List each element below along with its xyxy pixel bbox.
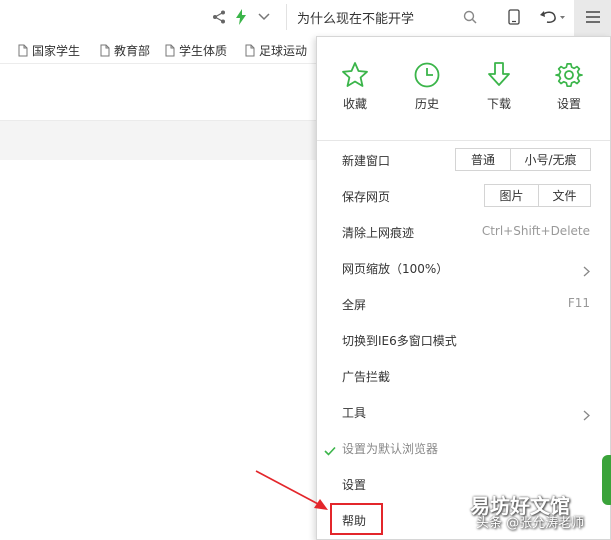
menu-item-tools[interactable]: 工具 (317, 394, 610, 430)
tablet-icon[interactable] (506, 6, 522, 28)
new-window-options: 普通 小号/无痕 (455, 148, 591, 171)
bookmark-label: 学生体质 (179, 44, 228, 58)
page-icon (18, 44, 28, 57)
chevron-right-icon (583, 406, 590, 425)
menu-item-zoom[interactable]: 网页缩放（100%） (317, 250, 610, 286)
page-icon (165, 44, 175, 57)
quick-actions: 收藏 历史 下载 设置 (317, 37, 610, 141)
new-window-normal-button[interactable]: 普通 (456, 149, 510, 170)
address-bar[interactable]: 为什么现在不能开学 (286, 4, 486, 30)
watermark-author: 头条 @张允涛老师 (476, 516, 585, 531)
save-as-image-button[interactable]: 图片 (485, 185, 538, 206)
new-window-private-button[interactable]: 小号/无痕 (510, 149, 590, 170)
browser-window: 为什么现在不能开学 国家学生 教育部 学生体质 足球运动 收藏 历史 下载 设置… (0, 0, 611, 540)
menu-item-ad-block[interactable]: 广告拦截 (317, 358, 610, 394)
menu-item-new-window[interactable]: 新建窗口 普通 小号/无痕 (317, 142, 610, 178)
favorites-label: 收藏 (342, 97, 367, 111)
download-button[interactable]: 下载 (469, 61, 529, 112)
chevron-right-icon (583, 262, 590, 281)
lightning-icon[interactable] (234, 6, 248, 28)
gear-icon (539, 61, 599, 89)
search-icon[interactable] (462, 6, 478, 28)
settings-label: 设置 (342, 478, 367, 492)
fullscreen-label: 全屏 (342, 298, 367, 312)
bookmark-label: 国家学生 (32, 44, 81, 58)
menu-item-save-page[interactable]: 保存网页 图片 文件 (317, 178, 610, 214)
annotation-arrow-icon (255, 470, 328, 510)
settings-quick-label: 设置 (556, 97, 581, 111)
download-icon (469, 61, 529, 89)
clock-icon (397, 61, 457, 89)
new-window-label: 新建窗口 (342, 154, 391, 168)
page-icon (245, 44, 255, 57)
menu-item-default-browser[interactable]: 设置为默认浏览器 (317, 430, 610, 466)
address-text: 为什么现在不能开学 (297, 12, 415, 27)
page-content-band (0, 120, 318, 160)
history-button[interactable]: 历史 (397, 61, 457, 112)
bookmark-item[interactable]: 学生体质 (165, 42, 227, 59)
fullscreen-shortcut: F11 (567, 296, 590, 310)
undo-icon[interactable] (538, 6, 566, 28)
history-label: 历史 (414, 97, 439, 111)
bookmark-item[interactable]: 足球运动 (245, 42, 307, 59)
default-browser-label: 设置为默认浏览器 (342, 442, 439, 456)
page-icon (100, 44, 110, 57)
chevron-down-icon[interactable] (256, 6, 272, 28)
save-as-file-button[interactable]: 文件 (538, 185, 590, 206)
bookmark-label: 足球运动 (259, 44, 308, 58)
download-label: 下载 (486, 97, 511, 111)
bookmark-label: 教育部 (114, 44, 151, 58)
star-icon (325, 61, 385, 89)
main-menu-dropdown: 收藏 历史 下载 设置 新建窗口 普通 小号/无痕 保存网页 图片 文件 清除上… (316, 36, 611, 540)
menu-item-ie6-mode[interactable]: 切换到IE6多窗口模式 (317, 322, 610, 358)
bookmark-item[interactable]: 国家学生 (18, 42, 80, 59)
save-page-label: 保存网页 (342, 190, 391, 204)
clear-traces-shortcut: Ctrl+Shift+Delete (481, 224, 590, 238)
ad-block-label: 广告拦截 (342, 370, 391, 384)
ie6-mode-label: 切换到IE6多窗口模式 (342, 334, 457, 348)
menu-icon (585, 9, 601, 28)
menu-item-clear-traces[interactable]: 清除上网痕迹 Ctrl+Shift+Delete (317, 214, 610, 250)
side-decoration (602, 455, 611, 505)
zoom-label: 网页缩放（100%） (342, 262, 449, 276)
bookmark-item[interactable]: 教育部 (100, 42, 150, 59)
toolbar: 为什么现在不能开学 (0, 0, 611, 36)
settings-quick-button[interactable]: 设置 (539, 61, 599, 112)
menu-item-fullscreen[interactable]: 全屏 F11 (317, 286, 610, 322)
menu-button[interactable] (574, 0, 611, 36)
checkmark-icon (324, 441, 336, 460)
favorites-button[interactable]: 收藏 (325, 61, 385, 112)
share-icon[interactable] (210, 6, 228, 28)
save-page-options: 图片 文件 (484, 184, 591, 207)
tools-label: 工具 (342, 406, 367, 420)
clear-traces-label: 清除上网痕迹 (342, 226, 415, 240)
help-highlight-box (330, 503, 383, 535)
